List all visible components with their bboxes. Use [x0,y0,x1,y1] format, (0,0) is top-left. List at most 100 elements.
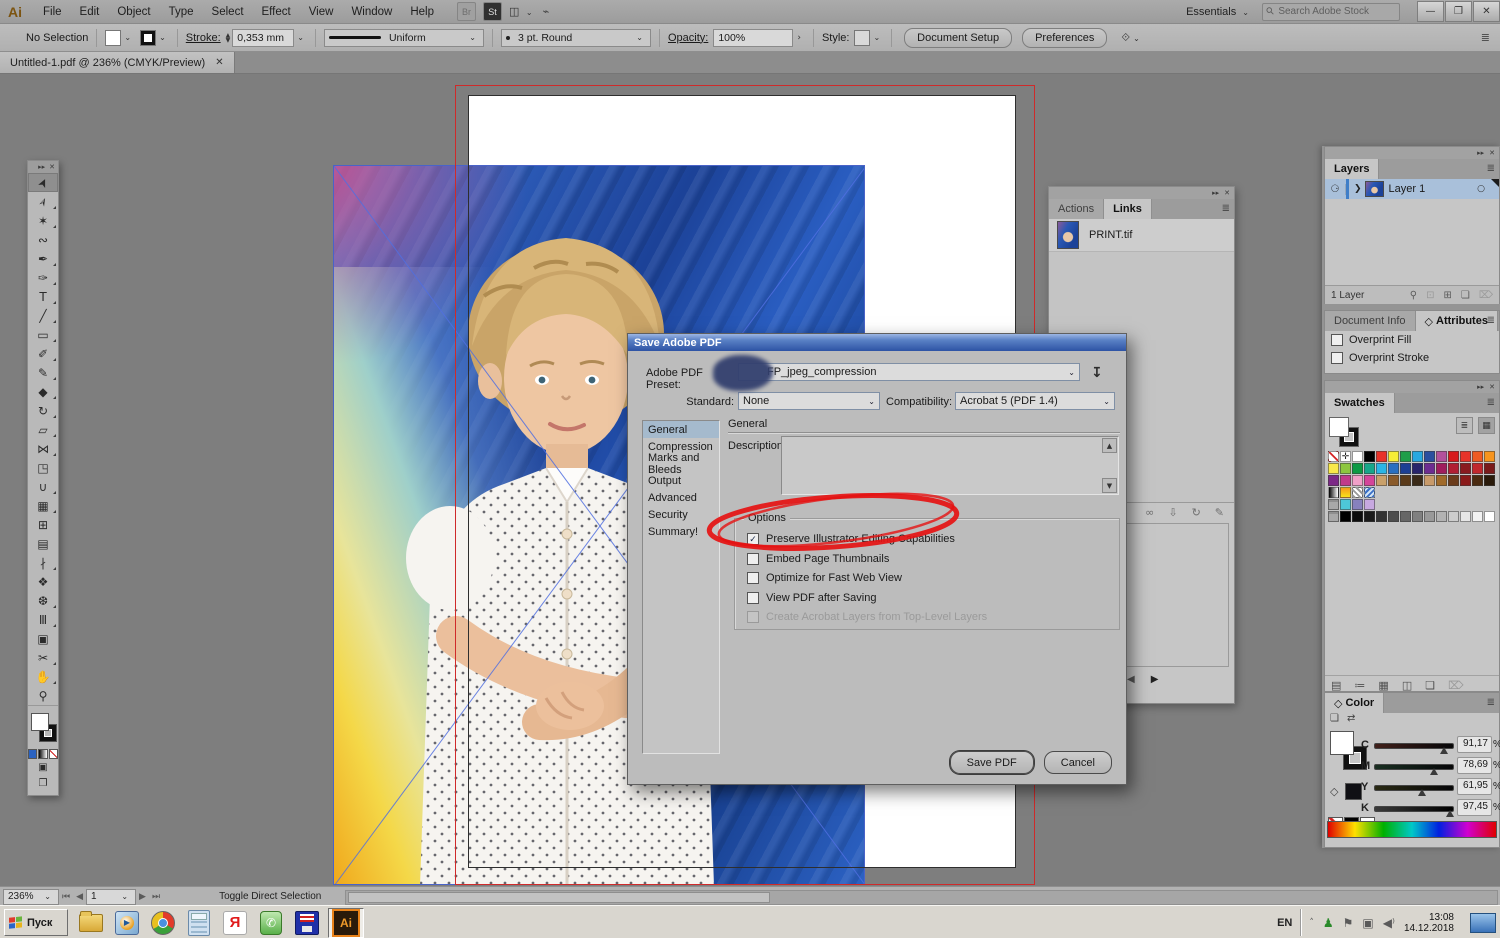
edit-original-icon[interactable]: ✎ [1215,506,1224,519]
swatch-kinds-icon[interactable]: ≔ [1354,679,1365,692]
blend-tool[interactable]: ❖ [28,572,58,591]
zoom-level-field[interactable]: 236% ⌄ [3,889,59,905]
swatch-group-2[interactable] [1364,499,1375,510]
document-setup-button[interactable]: Document Setup [904,28,1012,48]
swatch-r0c5[interactable] [1388,451,1399,462]
swap-fill-stroke-icon[interactable]: ⇄ [1347,713,1355,724]
swatch-r2c3[interactable] [1364,475,1375,486]
eraser-tool[interactable]: ◆ [28,382,58,401]
list-view-icon[interactable]: ≣ [1456,417,1473,434]
swatch-gray-6[interactable] [1412,511,1423,522]
language-indicator[interactable]: EN [1277,917,1292,929]
swatch-r0c13[interactable] [1484,451,1495,462]
collapse-panel-icon[interactable]: ▸▸ [1477,149,1484,157]
taskbar-media-player[interactable]: ▶ [114,910,140,936]
swatch-r0c6[interactable] [1400,451,1411,462]
swatch-r1c7[interactable] [1412,463,1423,474]
restore-button[interactable]: ❐ [1445,1,1472,22]
swatch-r0c8[interactable] [1424,451,1435,462]
preset-combo[interactable]: FP_jpeg_compression ⌄ [738,363,1080,381]
stroke-weight-field[interactable]: 0,353 mm [232,29,294,47]
swatch-gray-9[interactable] [1448,511,1459,522]
next-artboard-icon[interactable]: ▶ [139,892,146,902]
fill-swatch[interactable] [105,30,121,46]
tab-links[interactable]: Links [1104,199,1152,219]
mesh-tool[interactable]: ⊞ [28,515,58,534]
panel-menu-icon[interactable]: ≣ [1487,163,1495,174]
slider-thumb[interactable] [1446,810,1454,817]
none-fill-button[interactable] [49,749,58,759]
locate-object-icon[interactable]: ⚲ [1410,290,1417,301]
tab-color[interactable]: ◇Color [1325,693,1384,713]
screen-mode-button[interactable]: ❐ [28,775,58,791]
channel-value[interactable]: 97,45 [1457,799,1492,816]
flag-icon[interactable]: ⚑ [1343,916,1354,930]
channel-value[interactable]: 61,95 [1457,778,1492,795]
lasso-tool[interactable]: ∾ [28,230,58,249]
swatch-gray-11[interactable] [1472,511,1483,522]
paintbrush-tool[interactable]: ✐ [28,344,58,363]
network-icon[interactable]: ▣ [1362,916,1373,930]
tab-attributes[interactable]: ◇Attributes [1416,311,1498,331]
volume-icon[interactable]: ◀⁾ [1383,916,1395,930]
cancel-button[interactable]: Cancel [1044,751,1112,774]
swatch-r1c8[interactable] [1424,463,1435,474]
tray-expand-icon[interactable]: ˄ [1309,918,1314,928]
rectangle-tool[interactable]: ▭ [28,325,58,344]
taskbar-calculator[interactable] [186,910,212,936]
swatch-r0c0[interactable] [1328,451,1339,462]
scrollbar-thumb[interactable] [348,892,770,903]
swatch-options-icon[interactable]: ▦ [1378,679,1388,692]
close-panel-icon[interactable]: ✕ [1489,149,1495,157]
section-marks-and-bleeds[interactable]: Marks and Bleeds [643,455,719,472]
dialog-title-bar[interactable]: Save Adobe PDF [628,334,1126,351]
swatch-r0c12[interactable] [1472,451,1483,462]
option-view-pdf-after-saving[interactable]: View PDF after Saving [747,592,876,604]
layer-target-icon[interactable]: ○ [1477,184,1485,194]
layer-row[interactable]: ⚆ ❯ Layer 1 ○ [1325,179,1499,199]
align-options-icon[interactable]: ⟐⌄ [1121,31,1142,45]
swatch-r0c9[interactable] [1436,451,1447,462]
stock-button[interactable]: St [483,2,502,21]
tab-actions[interactable]: Actions [1049,199,1104,219]
swatch-gray-2[interactable] [1364,511,1375,522]
option-embed-page-thumbnails[interactable]: Embed Page Thumbnails [747,553,889,565]
description-textarea[interactable]: ▲ ▼ [781,436,1119,495]
swatch-special-1[interactable] [1340,487,1351,498]
scroll-up-icon[interactable]: ▲ [1102,438,1117,453]
zoom-tool[interactable]: ⚲ [28,686,58,705]
line-segment-tool[interactable]: ╱ [28,306,58,325]
document-tab[interactable]: Untitled-1.pdf @ 236% (CMYK/Preview) ✕ [0,52,235,73]
swatch-r1c0[interactable] [1328,463,1339,474]
swatch-special-2[interactable] [1352,487,1363,498]
panel-menu-icon[interactable]: ≣ [1487,315,1495,326]
color-fill-button[interactable] [28,749,37,759]
compatibility-combo[interactable]: Acrobat 5 (PDF 1.4) ⌄ [955,392,1115,410]
opacity-panel-link[interactable]: Opacity: [668,32,708,44]
tab-layers[interactable]: Layers [1325,159,1379,179]
swatch-r0c11[interactable] [1460,451,1471,462]
section-security[interactable]: Security [643,506,719,523]
chevron-down-icon[interactable]: ⌄ [159,33,166,42]
minimize-button[interactable]: — [1417,1,1444,22]
attr-overprint-stroke[interactable]: Overprint Stroke [1325,349,1499,367]
grid-view-icon[interactable]: ▦ [1478,417,1495,434]
menu-select[interactable]: Select [203,6,253,18]
rotate-tool[interactable]: ↻ [28,401,58,420]
close-button[interactable]: ✕ [1473,1,1500,22]
expand-layer-icon[interactable]: ❯ [1354,184,1362,194]
swatch-special-3[interactable] [1364,487,1375,498]
standard-combo[interactable]: None ⌄ [738,392,880,410]
shape-builder-tool[interactable]: ∪ [28,477,58,496]
save-preset-icon[interactable]: ↧ [1091,365,1103,381]
swatch-gray-7[interactable] [1424,511,1435,522]
checkbox-unchecked[interactable] [747,572,759,584]
new-layer-icon[interactable]: ❏ [1461,290,1470,301]
bridge-button[interactable]: Br [457,2,476,21]
horizontal-scrollbar[interactable] [345,890,1498,905]
taskbar-phone-app[interactable]: ✆ [258,910,284,936]
show-desktop-button[interactable] [1470,913,1496,933]
swatch-gray-4[interactable] [1388,511,1399,522]
make-mask-icon[interactable]: ⊡ [1426,290,1434,301]
swatch-gray-0[interactable] [1340,511,1351,522]
